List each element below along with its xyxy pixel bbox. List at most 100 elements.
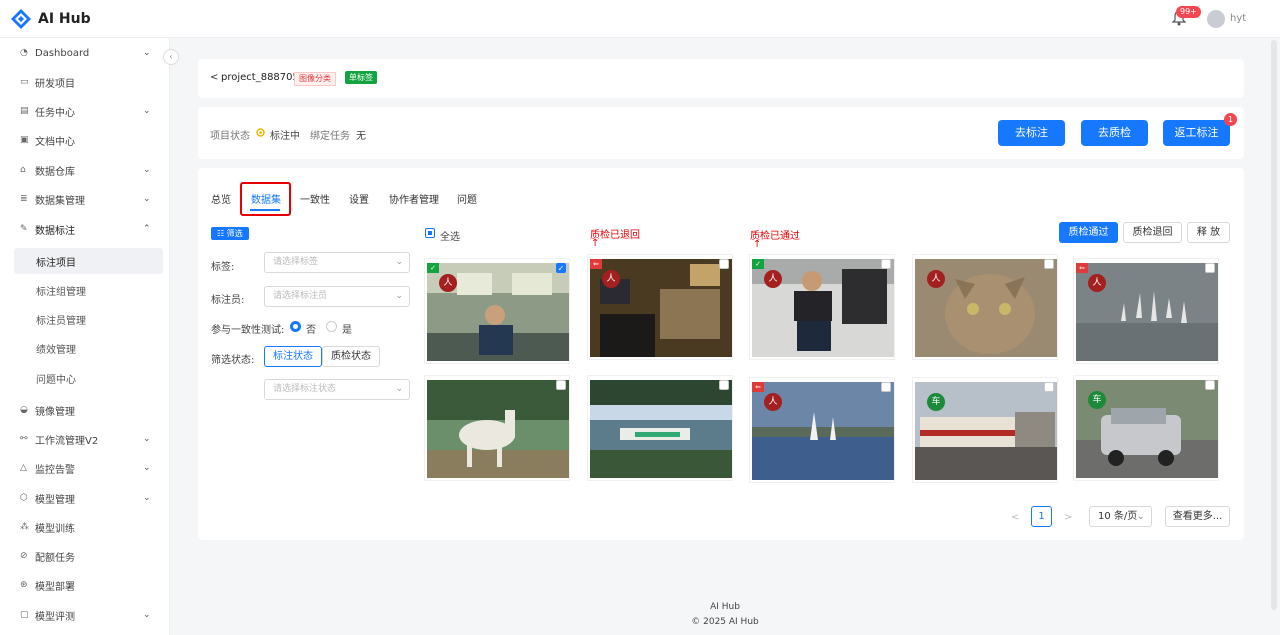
app-logo[interactable]: AI Hub bbox=[10, 8, 91, 30]
image-card[interactable]: 车 bbox=[912, 377, 1058, 483]
arrow-up-icon: ↑ bbox=[753, 239, 762, 250]
tab-settings[interactable]: 设置 bbox=[349, 191, 369, 206]
image-checkbox[interactable] bbox=[556, 380, 566, 390]
chevron-down-icon: ⌄ bbox=[395, 291, 403, 301]
chevron-up-icon: ⌃ bbox=[143, 224, 151, 234]
sidebar-item-eval[interactable]: ▢ 模型评测 ⌄ bbox=[0, 602, 170, 628]
sidebar-item-models[interactable]: ⬡ 模型管理 ⌄ bbox=[0, 485, 170, 511]
chevron-down-icon: ⌄ bbox=[143, 610, 151, 620]
image-checkbox[interactable] bbox=[1044, 259, 1054, 269]
bind-task-value: 无 bbox=[356, 131, 366, 142]
sidebar-item-images[interactable]: ◒ 镜像管理 bbox=[0, 397, 170, 423]
label-person-badge: 人 bbox=[439, 274, 457, 292]
image-checkbox[interactable] bbox=[881, 259, 891, 269]
state-filter-label: 筛选状态: bbox=[211, 355, 255, 366]
deploy-icon: ⊛ bbox=[20, 580, 28, 590]
annotation-state-select[interactable]: 请选择标注状态 ⌄ bbox=[264, 379, 410, 400]
next-page-button[interactable]: > bbox=[1064, 512, 1072, 523]
sidebar-item-annotation[interactable]: ✎ 数据标注 ⌃ bbox=[0, 216, 170, 242]
image-card[interactable]: 车 bbox=[1073, 375, 1219, 481]
sidebar-item-quota[interactable]: ⊘ 配额任务 bbox=[0, 543, 170, 569]
release-button[interactable]: 释 放 bbox=[1187, 222, 1230, 243]
go-annotate-button[interactable]: 去标注 bbox=[998, 120, 1065, 146]
qc-rejected-corner: ⇐ bbox=[590, 259, 602, 269]
sidebar-sub-annotation-groups[interactable]: 标注组管理 bbox=[14, 277, 163, 303]
label-car-badge: 车 bbox=[927, 393, 945, 411]
page-size-select[interactable]: 10 条/页 ⌄ bbox=[1089, 506, 1152, 527]
select-all-checkbox[interactable] bbox=[425, 228, 435, 238]
train-icon: ⁂ bbox=[20, 522, 29, 532]
tab-overview[interactable]: 总览 bbox=[211, 191, 231, 206]
tab-collaborators[interactable]: 协作者管理 bbox=[389, 191, 439, 206]
image-checkbox[interactable] bbox=[881, 382, 891, 392]
arrow-up-icon: ↑ bbox=[591, 238, 600, 249]
image-checkbox[interactable] bbox=[1205, 263, 1215, 273]
tab-dataset[interactable]: 数据集 bbox=[251, 191, 281, 206]
sidebar-item-workflow[interactable]: ⚯ 工作流管理V2 ⌄ bbox=[0, 426, 170, 452]
view-more-button[interactable]: 查看更多... bbox=[1165, 506, 1230, 527]
filter-button[interactable]: ☷ 筛选 bbox=[211, 227, 249, 240]
sidebar-item-projects[interactable]: ▭ 研发项目 bbox=[0, 69, 170, 95]
sidebar-item-tasks[interactable]: ▤ 任务中心 ⌄ bbox=[0, 98, 170, 124]
qc-reject-button[interactable]: 质检退回 bbox=[1123, 222, 1182, 243]
image-icon: ◒ bbox=[20, 405, 28, 415]
sidebar-item-dashboard[interactable]: ◔ Dashboard ⌄ bbox=[0, 40, 170, 66]
avatar[interactable] bbox=[1207, 10, 1225, 28]
page-1-button[interactable]: 1 bbox=[1031, 506, 1052, 527]
annotation-state-tab[interactable]: 标注状态 bbox=[264, 346, 322, 367]
select-all-label: 全选 bbox=[440, 232, 460, 243]
image-card[interactable]: 人 bbox=[912, 254, 1058, 360]
tab-issues[interactable]: 问题 bbox=[457, 191, 477, 206]
label-person-badge: 人 bbox=[927, 270, 945, 288]
sidebar-item-datasets[interactable]: ≣ 数据集管理 ⌄ bbox=[0, 186, 170, 212]
image-card[interactable] bbox=[424, 375, 570, 481]
back-icon[interactable]: < bbox=[210, 72, 218, 83]
sidebar-sub-issues[interactable]: 问题中心 bbox=[14, 365, 163, 391]
chevron-down-icon: ⌄ bbox=[143, 48, 151, 58]
footer-title: AI Hub bbox=[710, 602, 740, 612]
image-checkbox[interactable] bbox=[1044, 382, 1054, 392]
sidebar-collapse-button[interactable]: ‹ bbox=[163, 49, 179, 65]
image-card[interactable]: ⇐ 人 bbox=[1073, 258, 1219, 364]
username[interactable]: hyt bbox=[1230, 13, 1246, 24]
sidebar-item-deploy[interactable]: ⊛ 模型部署 bbox=[0, 572, 170, 598]
annotator-select[interactable]: 请选择标注员 ⌄ bbox=[264, 286, 410, 307]
footer-copyright: © 2025 AI Hub bbox=[691, 617, 759, 627]
image-checkbox[interactable] bbox=[719, 259, 729, 269]
qc-pass-button[interactable]: 质检通过 bbox=[1059, 222, 1118, 243]
sidebar-item-docs[interactable]: ▣ 文档中心 bbox=[0, 127, 170, 153]
radio-yes[interactable] bbox=[326, 321, 337, 332]
image-card[interactable]: ✓ 人 bbox=[749, 254, 895, 360]
sidebar-sub-annotators[interactable]: 标注员管理 bbox=[14, 306, 163, 332]
page-scrollbar[interactable] bbox=[1271, 40, 1277, 610]
sidebar-item-monitor[interactable]: △ 监控告警 ⌄ bbox=[0, 455, 170, 481]
go-qc-button[interactable]: 去质检 bbox=[1081, 120, 1148, 146]
tag-filter-label: 标签: bbox=[211, 262, 235, 273]
image-checkbox[interactable]: ✓ bbox=[556, 263, 566, 273]
image-checkbox[interactable] bbox=[719, 380, 729, 390]
image-card[interactable]: ⇐ 人 bbox=[587, 254, 733, 360]
sidebar-sub-annotation-projects[interactable]: 标注项目 bbox=[14, 248, 163, 274]
rework-button[interactable]: 返工标注 bbox=[1163, 120, 1230, 146]
sidebar-sub-performance[interactable]: 绩效管理 bbox=[14, 335, 163, 361]
alert-icon: △ bbox=[20, 463, 27, 473]
image-card[interactable]: ✓ 人 ✓ bbox=[424, 258, 570, 364]
dashboard-icon: ◔ bbox=[20, 48, 28, 58]
chevron-down-icon: ⌄ bbox=[143, 434, 151, 444]
status-label: 项目状态 bbox=[210, 131, 250, 142]
prev-page-button[interactable]: < bbox=[1011, 512, 1019, 523]
project-name: project_888705 bbox=[221, 72, 299, 83]
bind-task-label: 绑定任务 bbox=[310, 131, 350, 142]
sidebar-item-warehouse[interactable]: ⌂ 数据仓库 ⌄ bbox=[0, 157, 170, 183]
tag-select[interactable]: 请选择标签 ⌄ bbox=[264, 252, 410, 273]
task-icon: ▤ bbox=[20, 106, 29, 116]
radio-no[interactable] bbox=[290, 321, 301, 332]
chevron-down-icon: ⌄ bbox=[143, 194, 151, 204]
image-card[interactable]: ⇐ 人 bbox=[749, 377, 895, 483]
image-checkbox[interactable] bbox=[1205, 380, 1215, 390]
qc-state-tab[interactable]: 质检状态 bbox=[322, 346, 380, 367]
quota-icon: ⊘ bbox=[20, 551, 28, 561]
tab-consistency[interactable]: 一致性 bbox=[300, 191, 330, 206]
sidebar-item-training[interactable]: ⁂ 模型训练 bbox=[0, 514, 170, 540]
image-card[interactable] bbox=[587, 375, 733, 481]
